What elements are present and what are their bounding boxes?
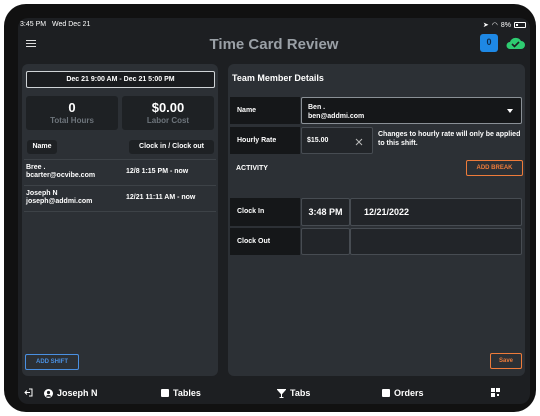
- table-row[interactable]: Bree . bcarter@ocvibe.com 12/8 1:15 PM -…: [24, 161, 216, 183]
- details-title: Team Member Details: [232, 73, 324, 83]
- tables-icon: [161, 389, 169, 397]
- labor-cost-label: Labor Cost: [146, 116, 190, 125]
- total-hours-label: Total Hours: [50, 116, 94, 125]
- tab-tables[interactable]: Tables: [161, 388, 201, 398]
- clock-in-time-input[interactable]: 3:48 PM: [301, 198, 350, 226]
- hourly-rate-label: Hourly Rate: [230, 127, 300, 154]
- clock-out-label: Clock Out: [230, 228, 300, 255]
- column-header-clock[interactable]: Clock in / Clock out: [129, 140, 214, 154]
- location-icon: ➤: [482, 22, 489, 29]
- orders-label: Orders: [394, 388, 424, 398]
- chevron-down-icon: [507, 109, 513, 113]
- member-email: joseph@addmi.com: [26, 198, 93, 205]
- total-hours-value: 0: [68, 100, 76, 115]
- timecards-panel: Dec 21 9:00 AM - Dec 21 5:00 PM 0 Total …: [22, 64, 218, 376]
- qr-code-button[interactable]: [491, 388, 500, 397]
- divider: [24, 211, 216, 212]
- member-select-name: Ben .: [308, 104, 326, 111]
- divider: [24, 159, 216, 160]
- shift-time: 12/8 1:15 PM - now: [126, 168, 189, 175]
- user-icon: [44, 388, 53, 398]
- activity-label: ACTIVITY: [236, 165, 268, 172]
- labor-cost-value: $0.00: [151, 100, 185, 115]
- tab-orders[interactable]: Orders: [382, 388, 424, 398]
- app-screen: 3:45 PM Wed Dec 21 ➤ ◠ 8% Time Card Revi…: [18, 18, 530, 404]
- battery-percent: 8%: [500, 21, 511, 29]
- clock-out-time-input[interactable]: [301, 228, 350, 255]
- cocktail-icon: [277, 388, 286, 398]
- hourly-rate-value: $15.00: [307, 137, 329, 144]
- cloud-sync-icon[interactable]: [505, 36, 525, 50]
- tab-tabs[interactable]: Tabs: [277, 388, 310, 398]
- save-button[interactable]: Save: [490, 353, 522, 369]
- user-menu[interactable]: Joseph N: [44, 388, 98, 398]
- tablet-frame: 3:45 PM Wed Dec 21 ➤ ◠ 8% Time Card Revi…: [4, 4, 536, 412]
- hourly-rate-hint: Changes to hourly rate will only be appl…: [378, 131, 521, 147]
- wifi-icon: ◠: [491, 22, 498, 29]
- clear-icon[interactable]: [355, 138, 363, 146]
- logout-icon: [24, 388, 33, 397]
- orders-icon: [382, 389, 390, 397]
- member-name: Bree .: [26, 164, 46, 171]
- clock-in-label: Clock In: [230, 198, 300, 226]
- hourly-rate-input[interactable]: $15.00: [301, 127, 373, 154]
- clock-in-date-input[interactable]: 12/21/2022: [350, 198, 522, 226]
- date-range-selector[interactable]: Dec 21 9:00 AM - Dec 21 5:00 PM: [26, 71, 215, 88]
- total-hours-card: 0 Total Hours: [26, 96, 118, 130]
- qr-code-icon: [491, 388, 500, 397]
- member-select-email: ben@addmi.com: [308, 113, 365, 120]
- shift-time: 12/21 11:11 AM - now: [126, 194, 196, 201]
- status-date: Wed Dec 21: [52, 21, 91, 28]
- bottom-nav: Joseph N Tables Tabs Orders: [18, 384, 530, 404]
- battery-icon: [514, 22, 526, 28]
- tabs-label: Tabs: [290, 388, 311, 398]
- name-label: Name: [230, 97, 300, 124]
- chat-badge: 0: [486, 37, 492, 47]
- logout-button[interactable]: [24, 388, 33, 397]
- chat-button[interactable]: 0: [480, 34, 498, 52]
- tables-label: Tables: [173, 388, 201, 398]
- user-name: Joseph N: [57, 388, 98, 398]
- divider: [24, 185, 216, 186]
- clock-out-date-input[interactable]: [350, 228, 522, 255]
- labor-cost-card: $0.00 Labor Cost: [122, 96, 214, 130]
- page-title: Time Card Review: [209, 36, 339, 53]
- table-row[interactable]: Joseph N joseph@addmi.com 12/21 11:11 AM…: [24, 187, 216, 209]
- column-header-name[interactable]: Name: [27, 140, 57, 154]
- member-email: bcarter@ocvibe.com: [26, 172, 96, 179]
- team-member-details-panel: Team Member Details Name Ben . ben@addmi…: [228, 64, 525, 376]
- member-name: Joseph N: [26, 190, 58, 197]
- status-time: 3:45 PM: [20, 21, 47, 28]
- add-shift-button[interactable]: ADD SHIFT: [25, 354, 79, 370]
- add-break-button[interactable]: ADD BREAK: [466, 160, 523, 176]
- member-select[interactable]: Ben . ben@addmi.com: [301, 97, 522, 124]
- status-bar: 3:45 PM Wed Dec 21 ➤ ◠ 8%: [18, 18, 530, 32]
